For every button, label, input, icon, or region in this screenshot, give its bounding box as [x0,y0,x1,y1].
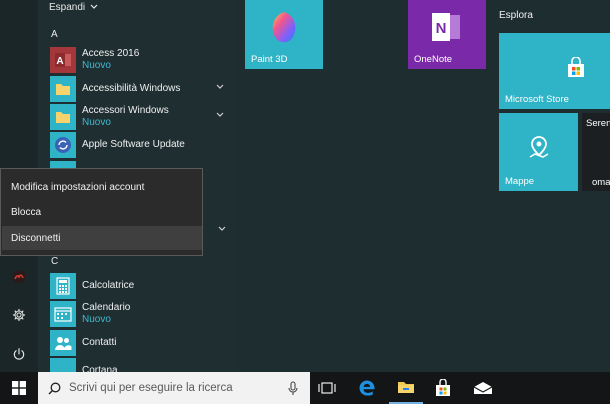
maps-icon [529,136,549,158]
menu-item-account-settings[interactable]: Modifica impostazioni account [2,175,202,199]
app-name: Accessori Windows [82,105,169,116]
chevron-down-icon [90,4,98,9]
expand-button[interactable]: Espandi [49,0,98,14]
mail-taskbar-button[interactable] [466,372,500,404]
tile-label: Microsoft Store [505,94,569,105]
search-icon [48,382,61,394]
settings-button[interactable] [0,296,38,334]
folder-icon [50,76,76,102]
tile-group-header[interactable]: Esplora [499,10,533,21]
chevron-down-icon [216,112,224,117]
account-context-menu: Modifica impostazioni account Blocca Dis… [0,168,203,256]
power-icon [13,348,25,360]
app-name: Access 2016 [82,48,140,59]
power-button[interactable] [0,335,38,373]
chevron-down-icon [218,226,226,231]
tile-label: Mappe [505,176,535,187]
file-explorer-taskbar-button[interactable] [389,372,423,404]
chevron-down-icon [216,84,224,89]
app-name: Calcolatrice [82,280,135,291]
expand-label: Espandi [49,1,86,13]
apple-update-icon [50,132,76,158]
store-taskbar-button[interactable] [426,372,460,404]
menu-item-sign-out[interactable]: Disconnetti [2,226,202,250]
app-name: Contatti [82,337,117,348]
tile-microsoft-store[interactable]: Microsoft Store [499,33,610,109]
app-item-accessories[interactable]: Accessori Windows Nuovo [50,103,236,131]
tile-paint3d[interactable]: Paint 3D [245,0,323,69]
microphone-icon[interactable] [288,381,298,396]
access-app-icon: A [50,47,76,73]
taskbar: Scrivi qui per eseguire la ricerca [0,372,610,404]
avatar-icon [12,270,26,284]
contacts-icon [50,330,76,356]
user-avatar-button[interactable] [0,258,38,296]
app-item-calculator[interactable]: Calcolatrice [50,272,236,300]
search-placeholder: Scrivi qui per eseguire la ricerca [69,382,233,394]
tile-label: Seren [586,118,610,129]
gear-icon [12,308,26,322]
svg-text:N: N [436,20,447,37]
app-item-calendar[interactable]: Calendario Nuovo [50,300,236,328]
app-name: Apple Software Update [82,139,185,150]
app-new-badge: Nuovo [82,60,111,71]
tile-label: oma [592,177,610,188]
folder-icon [50,104,76,130]
store-icon [568,57,584,77]
tile-label: OneNote [414,54,453,65]
start-button[interactable] [2,372,36,404]
app-item-contacts[interactable]: Contatti [50,329,236,357]
onenote-icon: N [432,13,460,41]
app-new-badge: Nuovo [82,314,111,325]
calendar-icon [50,301,76,327]
paint3d-icon [272,12,296,43]
app-item-access[interactable]: A Access 2016 Nuovo [50,46,236,74]
app-name: Calendario [82,302,131,313]
store-icon [436,379,450,396]
letter-header-a[interactable]: A [51,29,58,40]
app-item-accessibility[interactable]: Accessibilità Windows [50,75,236,103]
taskbar-search-box[interactable]: Scrivi qui per eseguire la ricerca [38,372,310,404]
menu-item-lock[interactable]: Blocca [2,200,202,224]
task-view-icon [318,382,336,394]
task-view-button[interactable] [310,372,344,404]
letter-header-c[interactable]: C [51,256,58,267]
app-new-badge: Nuovo [82,117,111,128]
app-item-apple-update[interactable]: Apple Software Update [50,131,236,159]
tile-label: Paint 3D [251,54,288,65]
windows-logo-icon [12,381,26,395]
folder-icon [398,382,414,393]
tile-maps[interactable]: Mappe [499,113,578,191]
mail-icon [473,382,493,394]
tile-partial-news[interactable]: Seren oma [582,113,610,191]
tile-onenote[interactable]: N OneNote [408,0,486,69]
calculator-icon [50,273,76,299]
app-name: Accessibilità Windows [82,83,181,94]
edge-taskbar-button[interactable] [350,372,384,404]
edge-icon [359,380,375,396]
svg-text:A: A [56,56,63,67]
start-menu-screen: Espandi A A Access 2016 Nuovo Accessibil… [0,0,610,404]
